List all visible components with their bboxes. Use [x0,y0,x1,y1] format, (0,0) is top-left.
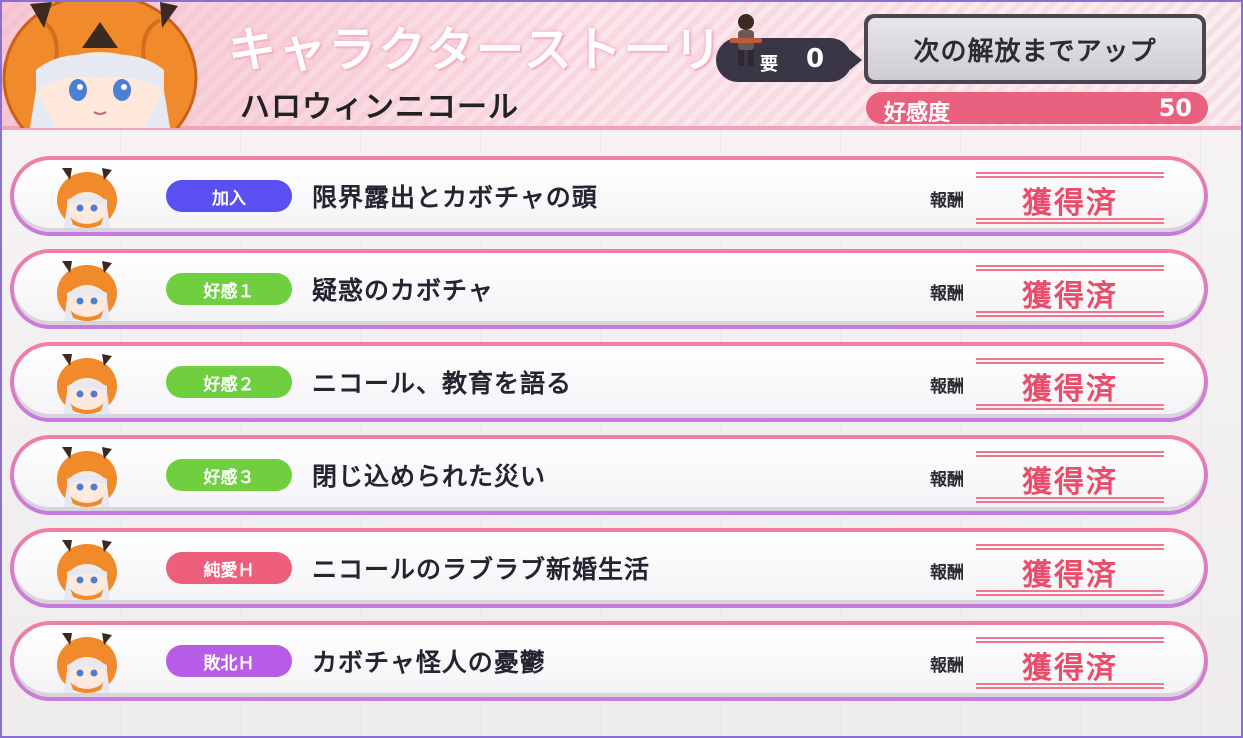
story-row[interactable]: 敗北Ｈ カボチャ怪人の憂鬱 報酬 獲得済 [10,621,1208,701]
story-title: ニコール、教育を語る [312,369,573,398]
character-icon [54,443,120,509]
story-tag: 敗北Ｈ [166,645,292,677]
character-portrait [0,0,200,128]
reward-status-stamp: 獲得済 [976,261,1164,319]
requirement-arrow-icon [850,50,862,70]
story-title: ニコールのラブラブ新婚生活 [312,555,651,584]
affinity-bar: 好感度 50 [866,92,1208,126]
reward-status: 獲得済 [1022,651,1118,686]
reward-label: 報酬 [930,563,964,583]
character-icon [54,164,120,230]
story-row[interactable]: 好感１ 疑惑のカボチャ 報酬 獲得済 [10,249,1208,329]
story-title: カボチャ怪人の憂鬱 [312,648,546,677]
character-icon [54,629,120,695]
story-tag: 好感３ [166,459,292,491]
reward-label: 報酬 [930,470,964,490]
character-name: ハロウィンニコール [240,90,519,125]
header: キャラクターストーリー ハロウィンニコール 要 0 次の解放までアップ 好感度 … [0,0,1243,130]
reward-status-stamp: 獲得済 [976,447,1164,505]
story-tag: 純愛Ｈ [166,552,292,584]
reward-label: 報酬 [930,284,964,304]
reward-status: 獲得済 [1022,558,1118,593]
affinity-value: 50 [1158,94,1192,122]
story-row[interactable]: 好感３ 閉じ込められた災い 報酬 獲得済 [10,435,1208,515]
character-icon [54,536,120,602]
reward-status: 獲得済 [1022,465,1118,500]
story-row[interactable]: 純愛Ｈ ニコールのラブラブ新婚生活 報酬 獲得済 [10,528,1208,608]
story-tag: 好感１ [166,273,292,305]
next-unlock-button-label: 次の解放までアップ [868,18,1202,80]
reward-status: 獲得済 [1022,186,1118,221]
reward-label: 報酬 [930,191,964,211]
character-icon [54,350,120,416]
requirement-value: 0 [806,44,825,74]
reward-label: 報酬 [930,377,964,397]
affinity-label: 好感度 [884,101,951,126]
story-title: 疑惑のカボチャ [312,276,494,305]
story-row[interactable]: 好感２ ニコール、教育を語る 報酬 獲得済 [10,342,1208,422]
reward-status: 獲得済 [1022,372,1118,407]
story-title: 限界露出とカボチャの頭 [312,183,598,212]
screen-title: キャラクターストーリー [228,22,774,78]
next-unlock-button[interactable]: 次の解放までアップ [864,14,1206,84]
story-row[interactable]: 加入 限界露出とカボチャの頭 報酬 獲得済 [10,156,1208,236]
requirement-label: 要 [760,54,778,75]
reward-status-stamp: 獲得済 [976,168,1164,226]
character-icon [54,257,120,323]
reward-label: 報酬 [930,656,964,676]
story-title: 閉じ込められた災い [312,462,547,491]
reward-status: 獲得済 [1022,279,1118,314]
reward-status-stamp: 獲得済 [976,540,1164,598]
reward-status-stamp: 獲得済 [976,354,1164,412]
reward-status-stamp: 獲得済 [976,633,1164,691]
story-tag: 加入 [166,180,292,212]
story-tag: 好感２ [166,366,292,398]
